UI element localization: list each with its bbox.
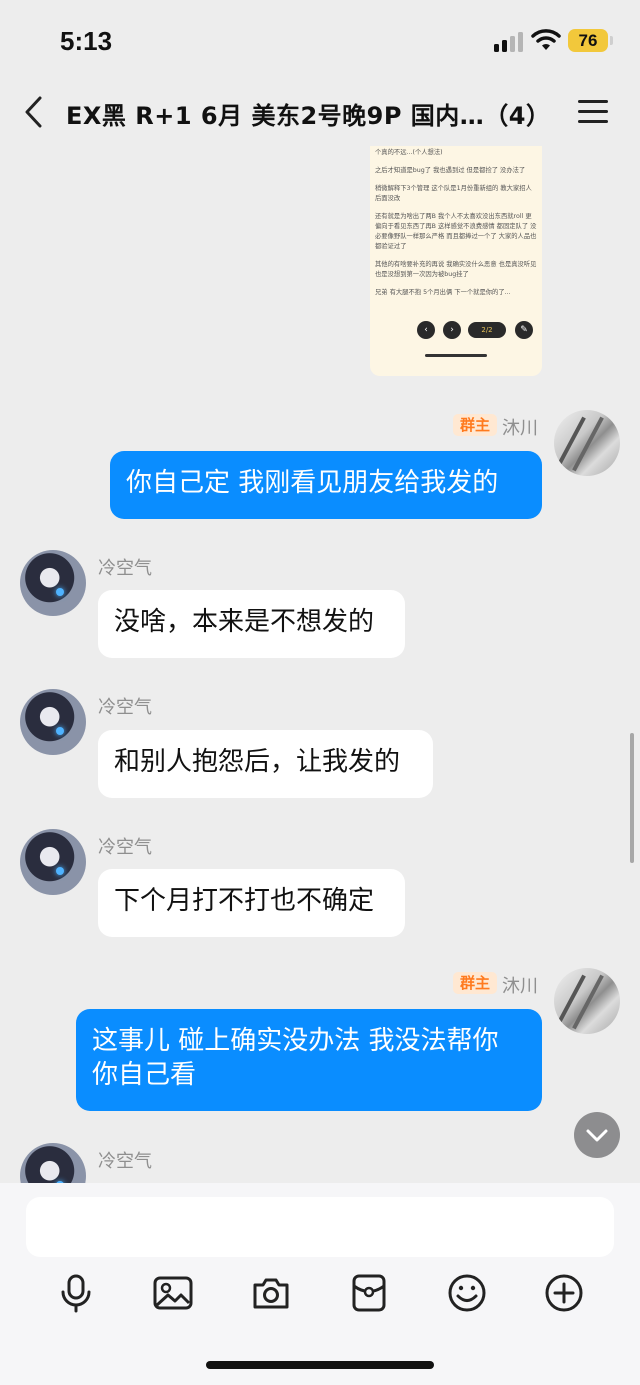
- clock: 5:13: [60, 26, 113, 56]
- camera-icon[interactable]: [251, 1273, 291, 1313]
- screenshot-text: 个真的不远...(个人想法) 之后才知道是bug了 我也遇到过 但是都捡了 没办…: [375, 148, 537, 306]
- sender-name: 冷空气: [98, 1151, 152, 1172]
- message-bubble-received[interactable]: 下个月打不打也不确定: [98, 869, 405, 937]
- message-line: 你自己看: [92, 1060, 197, 1090]
- menu-icon[interactable]: [578, 98, 610, 126]
- screenshot-page-indicator: 2/2: [468, 322, 506, 338]
- plus-icon[interactable]: [544, 1273, 584, 1313]
- emoji-icon[interactable]: [447, 1273, 487, 1313]
- avatar[interactable]: [20, 1143, 86, 1183]
- screenshot-line: 还有就是为啥出了两B 我个人不太喜欢没出东西就roll 更偏向于看见东西了再B …: [375, 213, 537, 250]
- screenshot-line: 个真的不远...(个人想法): [375, 149, 443, 156]
- sender-name: 沐川: [502, 418, 538, 439]
- avatar[interactable]: [20, 550, 86, 616]
- back-chevron-icon[interactable]: [20, 94, 50, 130]
- screenshot-reader-bar: ‹ › 2/2 ✎: [370, 321, 542, 345]
- avatar[interactable]: [20, 829, 86, 895]
- message-input[interactable]: [26, 1197, 614, 1257]
- sender-name: 冷空气: [98, 837, 152, 858]
- cellular-signal-icon: [494, 32, 524, 52]
- scroll-to-bottom-button[interactable]: [574, 1112, 620, 1158]
- message-bubble-received[interactable]: 和别人抱怨后，让我发的: [98, 730, 433, 798]
- message-bubble-sent[interactable]: 你自己定 我刚看见朋友给我发的: [110, 451, 542, 519]
- chat-header: EX黑 R+1 6月 美东2号晚9P 国内…（4）: [0, 80, 640, 146]
- image-icon[interactable]: [153, 1273, 193, 1313]
- sender-name: 冷空气: [98, 697, 152, 718]
- microphone-icon[interactable]: [56, 1273, 96, 1313]
- scrollbar[interactable]: [630, 733, 634, 863]
- avatar[interactable]: [554, 410, 620, 476]
- next-page-icon: ›: [443, 321, 461, 339]
- sender-name: 沐川: [502, 976, 538, 997]
- owner-badge: 群主: [453, 972, 498, 994]
- screenshot-line: 兄弟 有大腿不抱 5个月出俩 下一个就是你的了...: [375, 289, 511, 296]
- message-bubble-sent[interactable]: 这事儿 碰上确实没办法 我没法帮你 你自己看: [76, 1009, 542, 1111]
- edit-icon: ✎: [515, 321, 533, 339]
- message-list[interactable]: 个真的不远...(个人想法) 之后才知道是bug了 我也遇到过 但是都捡了 没办…: [0, 146, 640, 1183]
- sender-name: 冷空气: [98, 558, 152, 579]
- wifi-icon: [531, 29, 561, 50]
- screenshot-home-indicator: [425, 354, 487, 357]
- avatar[interactable]: [20, 689, 86, 755]
- prev-page-icon: ‹: [417, 321, 435, 339]
- home-indicator: [206, 1361, 434, 1369]
- message-bubble-received[interactable]: 没啥，本来是不想发的: [98, 590, 405, 658]
- red-packet-icon[interactable]: [349, 1273, 389, 1313]
- composer: [0, 1183, 640, 1385]
- avatar[interactable]: [554, 968, 620, 1034]
- status-bar: 5:13 76: [0, 0, 640, 80]
- shared-screenshot-image[interactable]: 个真的不远...(个人想法) 之后才知道是bug了 我也遇到过 但是都捡了 没办…: [370, 146, 542, 376]
- screenshot-line: 其他的有啥要补充的再说 我确实没什么恶意 也是真没听见 也是没想到第一次因为被b…: [375, 261, 537, 278]
- chat-title: EX黑 R+1 6月 美东2号晚9P 国内…（4）: [66, 102, 551, 130]
- screenshot-line: 之后才知道是bug了 我也遇到过 但是都捡了 没办法了: [375, 167, 526, 174]
- battery-indicator: 76: [568, 29, 613, 52]
- message-line: 这事儿 碰上确实没办法 我没法帮你: [92, 1026, 499, 1056]
- owner-badge: 群主: [453, 414, 498, 436]
- chevron-down-icon: [586, 1129, 608, 1142]
- screenshot-line: 稍微解释下3个管理 这个队是1月份重新组的 教大家招人 后面没改: [375, 185, 532, 202]
